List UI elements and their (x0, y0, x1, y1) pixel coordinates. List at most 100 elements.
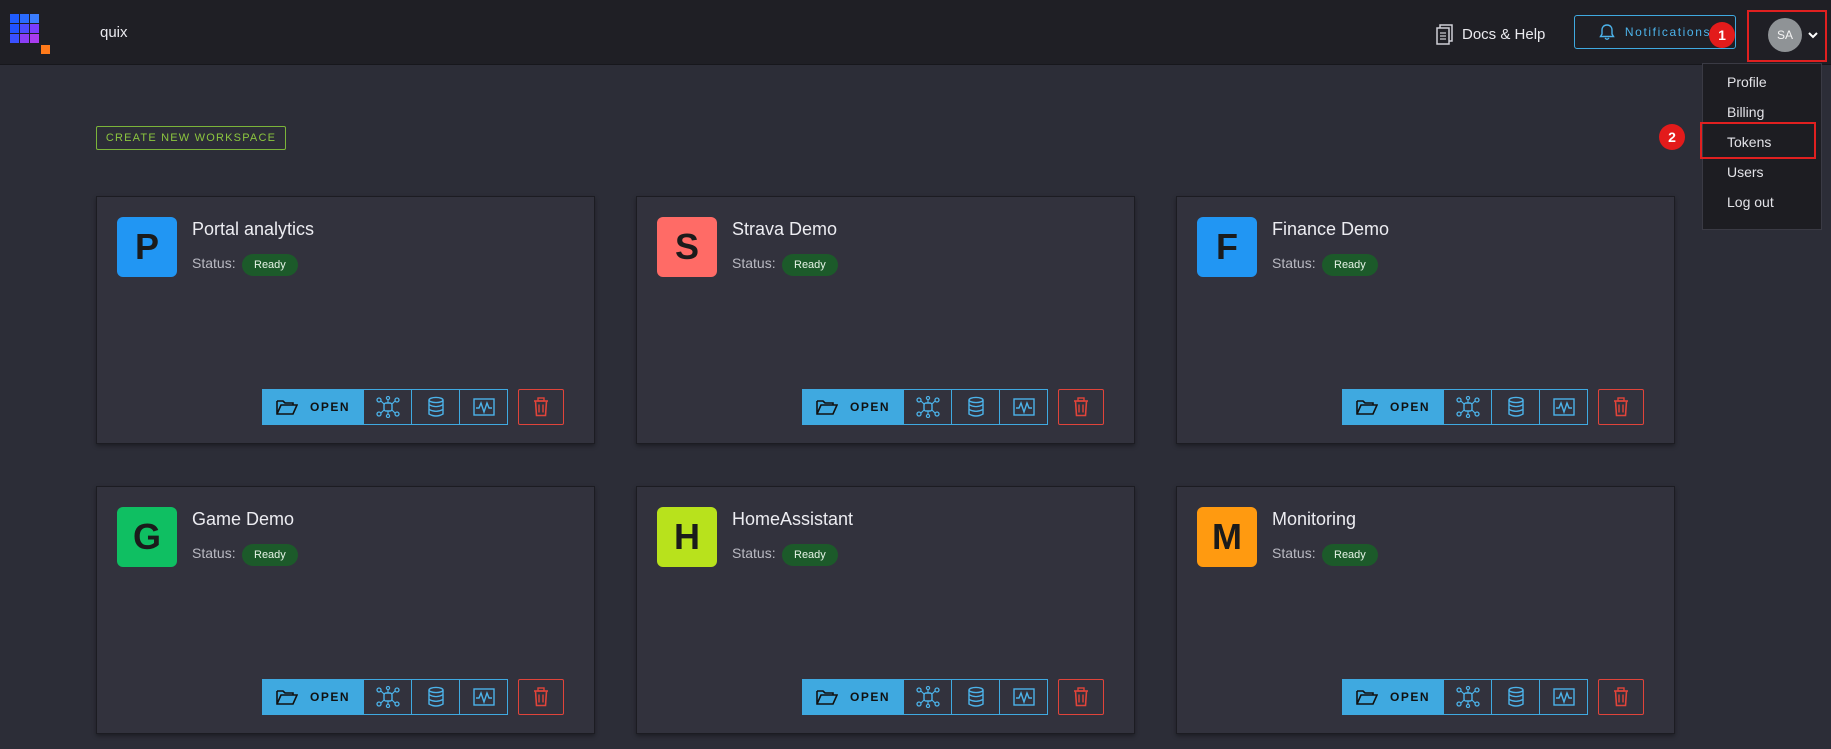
open-button[interactable]: OPEN (803, 680, 903, 714)
topology-icon (1455, 396, 1480, 418)
folder-icon (1356, 400, 1378, 415)
monitoring-button[interactable] (1539, 390, 1587, 424)
workspace-name: HomeAssistant (732, 509, 854, 529)
workspace-name: Portal analytics (192, 219, 315, 239)
topology-icon (1455, 686, 1480, 708)
open-button[interactable]: OPEN (1343, 680, 1443, 714)
open-label: OPEN (849, 400, 890, 414)
delete-button[interactable] (518, 679, 564, 715)
data-explorer-button[interactable] (411, 390, 459, 424)
data-explorer-button[interactable] (1491, 680, 1539, 714)
menu-item-logout[interactable]: Log out (1703, 187, 1821, 217)
open-button[interactable]: OPEN (263, 390, 363, 424)
workspace-tile: H (657, 507, 717, 567)
database-icon (1507, 396, 1524, 417)
workspace-card-monitoring: M Monitoring Status: Ready OPEN (1176, 486, 1675, 734)
menu-item-billing[interactable]: Billing (1703, 97, 1821, 127)
workspace-tile: S (657, 217, 717, 277)
quix-logo[interactable] (10, 14, 52, 54)
delete-button[interactable] (1598, 389, 1644, 425)
topology-button[interactable] (363, 390, 411, 424)
workspace-actions: OPEN (1342, 389, 1588, 425)
trash-icon (534, 687, 548, 707)
docs-help-link[interactable]: Docs & Help (1434, 22, 1545, 46)
topology-button[interactable] (903, 680, 951, 714)
avatar[interactable]: SA (1768, 18, 1802, 52)
topology-button[interactable] (363, 680, 411, 714)
status-label: Status: (192, 255, 236, 271)
workspace-actions: OPEN (802, 389, 1048, 425)
status-badge: Ready (242, 544, 298, 566)
workspace-tile: M (1197, 507, 1257, 567)
delete-button[interactable] (1058, 389, 1104, 425)
user-menu-toggle[interactable]: SA (1747, 10, 1827, 62)
open-button[interactable]: OPEN (263, 680, 363, 714)
data-explorer-button[interactable] (1491, 390, 1539, 424)
workspace-tile: G (117, 507, 177, 567)
topology-button[interactable] (903, 390, 951, 424)
workspace-actions: OPEN (262, 679, 508, 715)
status-badge: Ready (242, 254, 298, 276)
bell-icon (1599, 24, 1615, 40)
workspace-card-homeassistant: H HomeAssistant Status: Ready OPEN (636, 486, 1135, 734)
status-badge: Ready (782, 544, 838, 566)
workspace-letter: H (674, 516, 700, 557)
workspace-letter: G (132, 516, 161, 557)
status-label: Status: (732, 255, 776, 271)
workspace-letter: S (674, 226, 699, 267)
monitoring-button[interactable] (999, 680, 1047, 714)
workspace-card-game-demo: G Game Demo Status: Ready OPEN (96, 486, 595, 734)
workspace-card-portal-analytics: P Portal analytics Status: Ready OPEN (96, 196, 595, 444)
topology-icon (375, 396, 400, 418)
topology-button[interactable] (1443, 680, 1491, 714)
waveform-icon (1552, 688, 1575, 706)
top-bar: quix Docs & Help Notifications SA (0, 0, 1831, 65)
status-badge: Ready (1322, 544, 1378, 566)
monitoring-button[interactable] (459, 680, 507, 714)
open-button[interactable]: OPEN (1343, 390, 1443, 424)
workspace-card-strava-demo: S Strava Demo Status: Ready OPEN (636, 196, 1135, 444)
delete-button[interactable] (518, 389, 564, 425)
monitoring-button[interactable] (459, 390, 507, 424)
delete-button[interactable] (1598, 679, 1644, 715)
database-icon (427, 396, 444, 417)
open-button[interactable]: OPEN (803, 390, 903, 424)
docs-icon (1436, 24, 1453, 45)
database-icon (1507, 686, 1524, 707)
delete-button[interactable] (1058, 679, 1104, 715)
menu-item-tokens[interactable]: Tokens (1703, 127, 1821, 157)
topology-icon (375, 686, 400, 708)
folder-icon (816, 400, 838, 415)
status-label: Status: (1272, 545, 1316, 561)
create-workspace-button[interactable]: CREATE NEW WORKSPACE (96, 126, 286, 150)
status-badge: Ready (782, 254, 838, 276)
open-label: OPEN (309, 690, 350, 704)
docs-help-label: Docs & Help (1462, 25, 1546, 43)
data-explorer-button[interactable] (951, 390, 999, 424)
monitoring-button[interactable] (1539, 680, 1587, 714)
database-icon (967, 396, 984, 417)
data-explorer-button[interactable] (951, 680, 999, 714)
data-explorer-button[interactable] (411, 680, 459, 714)
waveform-icon (472, 688, 495, 706)
open-label: OPEN (309, 400, 350, 414)
app-name: quix (100, 24, 128, 41)
step-marker-1: 1 (1709, 22, 1735, 48)
topology-button[interactable] (1443, 390, 1491, 424)
database-icon (967, 686, 984, 707)
workspace-name: Finance Demo (1272, 219, 1390, 239)
status-label: Status: (192, 545, 236, 561)
workspace-letter: F (1216, 226, 1238, 267)
menu-item-users[interactable]: Users (1703, 157, 1821, 187)
folder-icon (816, 690, 838, 705)
status-label: Status: (1272, 255, 1316, 271)
waveform-icon (472, 398, 495, 416)
workspace-actions: OPEN (802, 679, 1048, 715)
monitoring-button[interactable] (999, 390, 1047, 424)
open-label: OPEN (1389, 690, 1430, 704)
workspace-name: Strava Demo (732, 219, 838, 239)
menu-item-profile[interactable]: Profile (1703, 67, 1821, 97)
trash-icon (1614, 687, 1628, 707)
workspace-actions: OPEN (262, 389, 508, 425)
workspace-actions: OPEN (1342, 679, 1588, 715)
